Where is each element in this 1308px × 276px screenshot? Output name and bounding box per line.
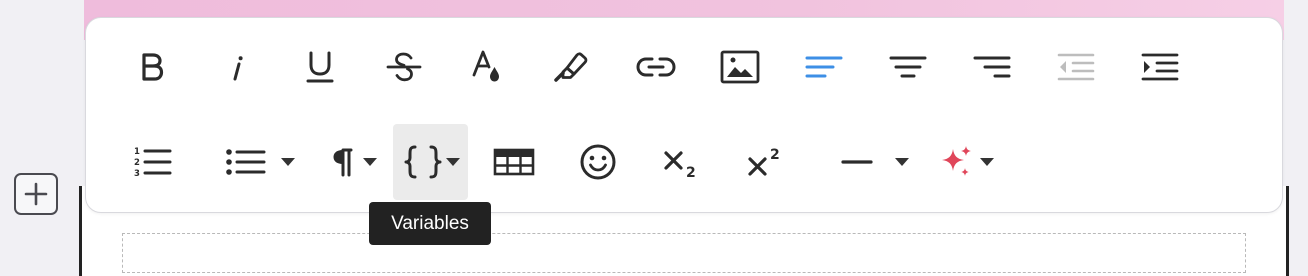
- bullet-list-icon: [226, 149, 266, 175]
- formatting-toolbar: 1 2 3 2 2: [85, 17, 1283, 213]
- text-color-button[interactable]: [466, 29, 510, 105]
- subscript-button[interactable]: 2: [660, 124, 704, 200]
- chevron-down-icon: [445, 158, 460, 166]
- indent-icon: [1141, 53, 1179, 81]
- svg-text:2: 2: [134, 158, 140, 168]
- table-button[interactable]: [490, 124, 538, 200]
- chevron-down-icon: [895, 158, 909, 166]
- italic-icon: [233, 56, 243, 81]
- link-icon: [636, 57, 676, 77]
- underline-button[interactable]: [298, 29, 342, 105]
- highlighter-icon: [554, 52, 588, 82]
- image-icon: [720, 50, 760, 84]
- outdent-icon: [1057, 53, 1095, 81]
- strikethrough-button[interactable]: [382, 29, 426, 105]
- horizontal-line-icon: [841, 160, 873, 164]
- chevron-down-icon: [980, 158, 994, 166]
- svg-text:1: 1: [134, 147, 140, 157]
- emoji-button[interactable]: [576, 124, 620, 200]
- chevron-down-icon: [281, 158, 295, 166]
- text-color-icon: [472, 50, 499, 82]
- curly-braces-icon: [404, 145, 441, 179]
- superscript-icon: 2: [748, 147, 780, 176]
- svg-text:3: 3: [134, 169, 140, 179]
- image-button[interactable]: [718, 29, 762, 105]
- align-right-button[interactable]: [970, 29, 1014, 105]
- table-icon: [493, 148, 535, 176]
- svg-text:2: 2: [686, 165, 696, 179]
- variables-button[interactable]: [393, 124, 468, 200]
- link-button[interactable]: [634, 29, 678, 105]
- bold-button[interactable]: [130, 29, 174, 105]
- chevron-down-icon: [363, 158, 377, 166]
- italic-button[interactable]: [214, 29, 258, 105]
- bullet-list-button[interactable]: [214, 124, 306, 200]
- toolbar-row-1: [86, 29, 1282, 105]
- highlight-button[interactable]: [550, 29, 594, 105]
- align-center-button[interactable]: [886, 29, 930, 105]
- outdent-button[interactable]: [1054, 29, 1098, 105]
- paragraph-format-button[interactable]: [322, 124, 386, 200]
- add-block-button[interactable]: [14, 173, 58, 215]
- align-center-icon: [889, 56, 927, 78]
- ordered-list-button[interactable]: 1 2 3: [130, 124, 174, 200]
- ordered-list-icon: 1 2 3: [134, 147, 172, 179]
- variables-tooltip: Variables: [369, 202, 491, 245]
- sparkles-icon: [942, 146, 971, 176]
- smiley-icon: [580, 144, 616, 180]
- align-right-icon: [973, 56, 1011, 78]
- subscript-icon: 2: [664, 151, 696, 179]
- underline-icon: [306, 51, 334, 83]
- horizontal-rule-button[interactable]: [830, 124, 920, 200]
- svg-text:2: 2: [770, 147, 780, 163]
- paragraph-icon: [333, 148, 353, 177]
- toolbar-row-2: 1 2 3 2 2: [86, 124, 1282, 200]
- strikethrough-icon: [386, 52, 422, 82]
- bold-icon: [142, 53, 164, 81]
- ai-assist-button[interactable]: [932, 124, 1000, 200]
- align-left-icon: [805, 56, 843, 78]
- align-left-button[interactable]: [802, 29, 846, 105]
- editor-content-area[interactable]: [122, 233, 1246, 273]
- superscript-button[interactable]: 2: [744, 124, 788, 200]
- plus-icon: [24, 182, 48, 206]
- indent-button[interactable]: [1138, 29, 1182, 105]
